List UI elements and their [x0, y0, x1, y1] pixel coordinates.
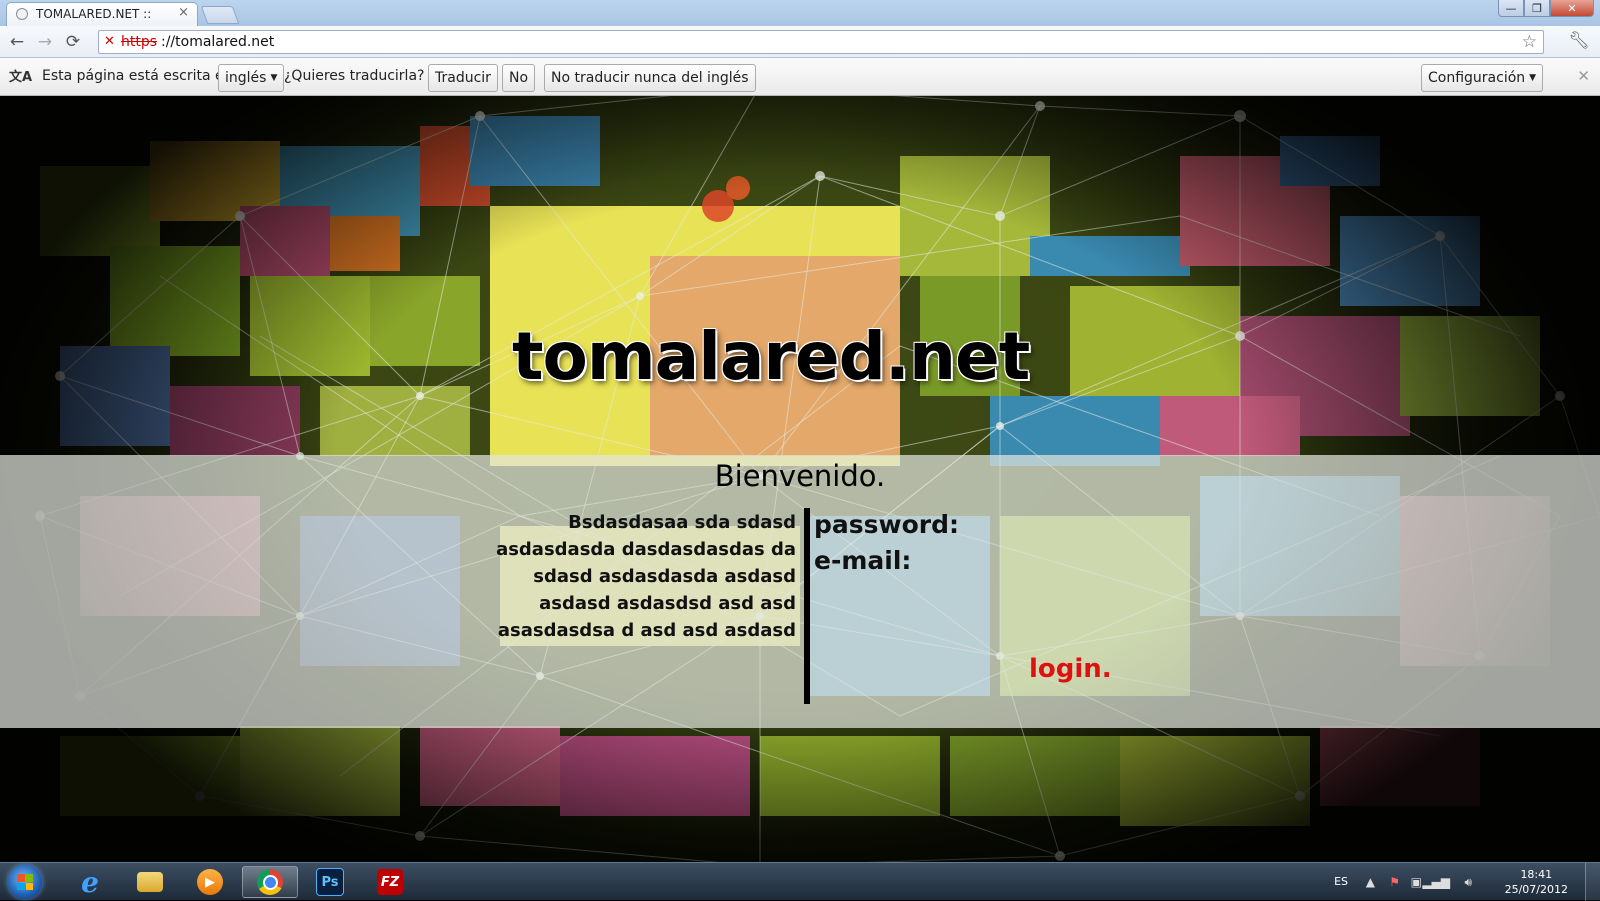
- close-window-button[interactable]: ✕: [1550, 0, 1594, 17]
- translate-icon: 文A: [9, 70, 33, 85]
- window-controls: — ❐ ✕: [1498, 0, 1594, 18]
- language-indicator[interactable]: ES: [1334, 875, 1348, 888]
- translate-config-label: Configuración: [1428, 70, 1526, 86]
- show-hidden-icons-icon[interactable]: ▲: [1366, 875, 1375, 889]
- url-protocol: https: [121, 34, 158, 50]
- welcome-heading: Bienvenido.: [714, 459, 886, 493]
- translate-button[interactable]: Traducir: [428, 64, 498, 92]
- webpage: tomalared.net Bienvenido. Bsdasdasaa sda…: [0, 96, 1600, 862]
- volume-icon[interactable]: 🔊︎: [1464, 875, 1472, 890]
- login-link[interactable]: login.: [1029, 654, 1112, 684]
- minimize-button[interactable]: —: [1498, 0, 1524, 17]
- never-translate-button[interactable]: No traducir nunca del inglés: [544, 64, 756, 92]
- folder-icon: [137, 872, 163, 892]
- vertical-divider: [804, 508, 810, 704]
- reload-icon[interactable]: ⟳: [62, 31, 84, 53]
- bookmark-star-icon[interactable]: ☆: [1522, 32, 1537, 52]
- show-desktop-button[interactable]: [1585, 863, 1600, 901]
- content-band: [0, 455, 1600, 728]
- site-logo: tomalared.net: [512, 318, 1030, 395]
- media-player-icon: ▶: [197, 869, 223, 895]
- intro-text: Bsdasdasaa sda sdasd asdasdasda dasdasda…: [480, 509, 796, 644]
- taskbar-chrome[interactable]: [242, 866, 298, 898]
- browser-tab[interactable]: TOMALARED.NET :: ×: [6, 2, 198, 26]
- insecure-lock-icon: ✕: [104, 34, 115, 49]
- network-signal-icon[interactable]: ▂▄▆: [1422, 875, 1450, 889]
- intro-line: Bsdasdasaa sda sdasd: [568, 512, 796, 533]
- globe-icon: [16, 8, 28, 20]
- filezilla-icon: FZ: [377, 869, 403, 895]
- wrench-menu-icon[interactable]: 🔧︎: [1568, 31, 1590, 51]
- intro-line: asasdasdsa d asd asd asdasd: [497, 620, 796, 641]
- intro-line: asdasdasda dasdasdasdas da: [496, 539, 796, 560]
- tab-close-icon[interactable]: ×: [178, 5, 189, 20]
- password-label: password:: [814, 510, 960, 539]
- taskbar-media-player[interactable]: ▶: [182, 866, 238, 898]
- intro-line: asdasd asdasdsd asd asd: [539, 593, 796, 614]
- start-button[interactable]: [8, 865, 42, 899]
- taskbar-internet-explorer[interactable]: e: [62, 865, 118, 899]
- clock-date: 25/07/2012: [1504, 883, 1568, 896]
- address-bar[interactable]: ✕ https ://tomalared.net ☆: [98, 30, 1544, 54]
- taskbar-photoshop[interactable]: Ps: [302, 866, 358, 898]
- forward-arrow-icon[interactable]: →: [34, 31, 56, 53]
- intro-line: sdasd asdasdasda asdasd: [533, 566, 796, 587]
- back-arrow-icon[interactable]: ←: [6, 31, 28, 53]
- chevron-down-icon: ▼: [1529, 73, 1537, 83]
- chrome-center-icon: [262, 874, 278, 890]
- translate-infobar: 文A Esta página está escrita en inglés ▼ ¿…: [0, 58, 1600, 96]
- action-center-flag-icon[interactable]: ⚑: [1389, 875, 1400, 889]
- translate-message: Esta página está escrita en: [42, 68, 233, 84]
- taskbar-clock[interactable]: 18:41 25/07/2012: [1505, 867, 1568, 897]
- email-label: e-mail:: [814, 546, 912, 575]
- language-select[interactable]: inglés ▼: [218, 64, 285, 92]
- taskbar-filezilla[interactable]: FZ: [362, 866, 418, 898]
- internet-explorer-icon: e: [81, 865, 99, 899]
- browser-titlebar: TOMALARED.NET :: × — ❐ ✕: [0, 0, 1600, 26]
- translate-question: ¿Quieres traducirla?: [284, 68, 425, 84]
- chevron-down-icon: ▼: [270, 73, 278, 83]
- photoshop-icon: Ps: [316, 868, 344, 896]
- no-translate-button[interactable]: No: [502, 64, 536, 92]
- system-tray: ES ▲ ⚑ ▣ ▂▄▆ 🔊︎ 18:41 25/07/2012: [1300, 863, 1600, 901]
- infobar-close-icon[interactable]: ✕: [1577, 67, 1590, 85]
- translate-config-button[interactable]: Configuración ▼: [1421, 64, 1544, 92]
- language-select-value: inglés: [225, 70, 267, 86]
- chrome-icon: [257, 869, 283, 895]
- new-tab-button[interactable]: [200, 6, 240, 24]
- browser-toolbar: ← → ⟳ ✕ https ://tomalared.net ☆ 🔧︎: [0, 26, 1600, 58]
- windows-taskbar: e ▶ Ps FZ ES ▲ ⚑ ▣ ▂▄▆ 🔊︎ 18:41 25/07/20…: [0, 862, 1600, 901]
- tab-title: TOMALARED.NET ::: [36, 7, 152, 21]
- maximize-button[interactable]: ❐: [1524, 0, 1550, 17]
- windows-logo-icon: [17, 874, 33, 890]
- clock-time: 18:41: [1520, 868, 1553, 881]
- url-host: ://tomalared.net: [161, 34, 275, 50]
- taskbar-file-explorer[interactable]: [122, 866, 178, 898]
- device-icon[interactable]: ▣: [1411, 875, 1422, 889]
